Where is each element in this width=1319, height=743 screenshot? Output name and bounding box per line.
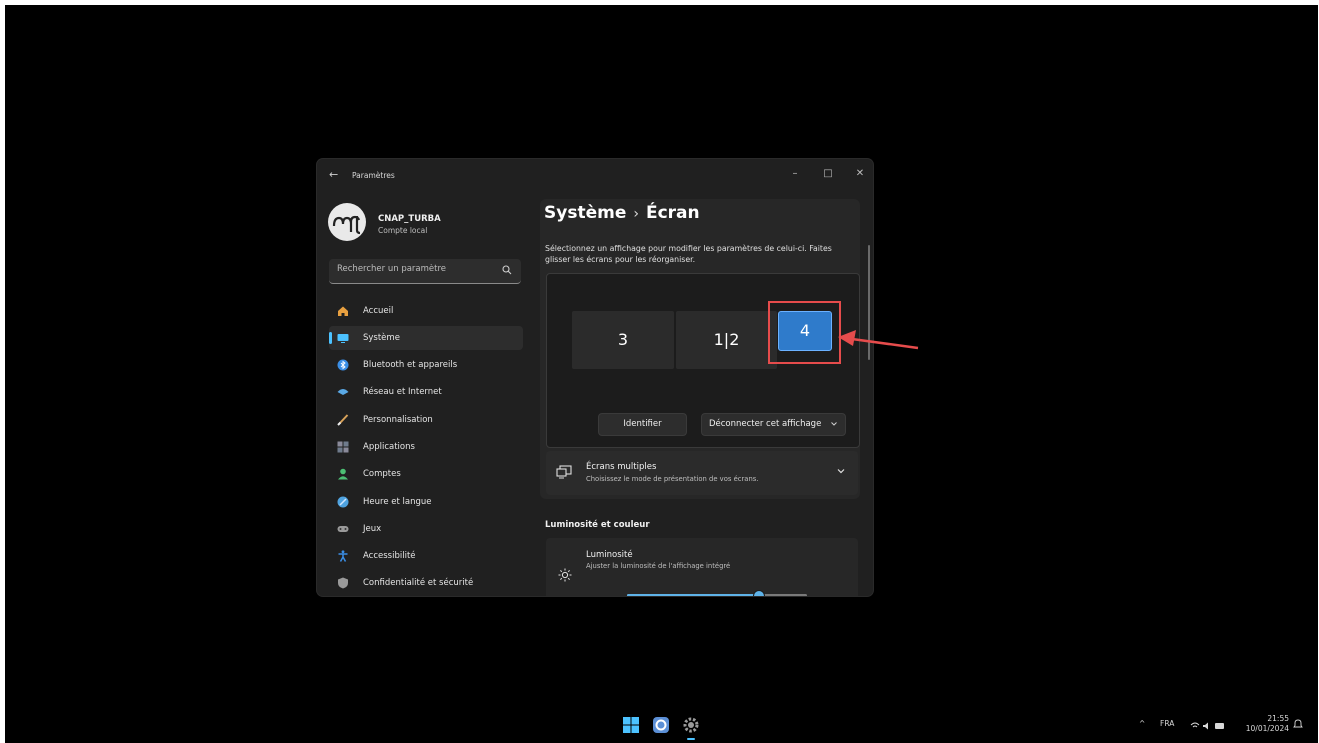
chevron-down-icon[interactable]: [836, 466, 846, 476]
active-app-indicator: [687, 738, 695, 740]
account-type: Compte local: [378, 226, 428, 235]
sidebar-item-systeme[interactable]: Système: [329, 326, 523, 350]
sidebar-item-personnalisation[interactable]: Personnalisation: [329, 408, 523, 432]
settings-gear-icon[interactable]: [681, 715, 701, 735]
multiple-displays-title: Écrans multiples: [586, 462, 657, 472]
multiple-displays-icon: [556, 465, 572, 479]
back-arrow-icon[interactable]: ←: [329, 168, 338, 181]
sidebar-item-reseau[interactable]: Réseau et Internet: [329, 380, 523, 404]
brightness-title: Luminosité: [586, 550, 633, 560]
identify-button[interactable]: Identifier: [598, 413, 687, 436]
sidebar-item-confidentialite[interactable]: Confidentialité et sécurité: [329, 571, 523, 595]
sidebar-item-label: Applications: [363, 442, 415, 452]
sidebar-item-label: Accueil: [363, 306, 394, 316]
brightness-slider[interactable]: [627, 590, 807, 596]
sidebar-item-label: Personnalisation: [363, 415, 433, 425]
accounts-icon: [338, 468, 348, 480]
brightness-card: Luminosité Ajuster la luminosité de l'af…: [546, 538, 858, 596]
title-bar: ← Paramètres – □ ✕: [317, 159, 873, 191]
profile-name: CNAP_TURBA: [378, 214, 441, 224]
page-title: Écran: [645, 203, 700, 223]
accessibility-icon: [338, 550, 348, 562]
notification-bell-icon[interactable]: [1292, 718, 1304, 730]
sidebar-item-label: Système: [363, 333, 400, 343]
chevron-up-icon[interactable]: ^: [1139, 719, 1145, 728]
sidebar-item-label: Jeux: [363, 524, 382, 534]
close-button[interactable]: ✕: [849, 166, 871, 182]
sun-icon: [558, 568, 572, 582]
active-indicator: [329, 332, 332, 344]
disconnect-display-button[interactable]: Déconnecter cet affichage: [701, 413, 846, 436]
highlight-box: [768, 301, 841, 364]
search-input[interactable]: [337, 264, 497, 274]
window-title: Paramètres: [352, 171, 395, 180]
brightness-slider-fill: [627, 594, 759, 596]
app-taskbar-icon[interactable]: [651, 715, 671, 735]
shield-icon: [338, 577, 348, 589]
search-box[interactable]: [329, 259, 521, 284]
brush-icon: [337, 414, 349, 426]
sidebar-item-jeux[interactable]: Jeux: [329, 517, 523, 541]
sidebar-item-applications[interactable]: Applications: [329, 435, 523, 459]
start-button-icon[interactable]: [621, 715, 641, 735]
network-icon: [337, 389, 349, 395]
minimize-button[interactable]: –: [784, 166, 806, 182]
multiple-displays-expander[interactable]: Écrans multiples Choisissez le mode de p…: [546, 451, 858, 495]
sidebar-item-accueil[interactable]: Accueil: [329, 299, 523, 323]
sidebar-item-accessibilite[interactable]: Accessibilité: [329, 544, 523, 568]
time-language-icon: [337, 496, 349, 508]
sidebar-item-heure-langue[interactable]: Heure et langue: [329, 490, 523, 514]
sidebar-item-label: Bluetooth et appareils: [363, 360, 458, 370]
sidebar-item-label: Comptes: [363, 469, 401, 479]
clock[interactable]: 21:55 10/01/2024: [1246, 714, 1289, 734]
brightness-subtitle: Ajuster la luminosité de l'affichage int…: [586, 562, 731, 570]
home-icon: [338, 306, 348, 316]
bluetooth-icon: [337, 359, 349, 371]
multiple-displays-subtitle: Choisissez le mode de présentation de vo…: [586, 475, 759, 483]
monitor-1-2[interactable]: 1|2: [676, 311, 777, 369]
sidebar-item-label: Accessibilité: [363, 551, 416, 561]
monitor-3[interactable]: 3: [572, 311, 674, 369]
brightness-slider-thumb[interactable]: [753, 590, 766, 596]
disconnect-label: Déconnecter cet affichage: [708, 419, 822, 429]
clock-time: 21:55: [1267, 714, 1289, 723]
search-icon[interactable]: [502, 265, 512, 275]
sidebar-item-label: Réseau et Internet: [363, 387, 442, 397]
settings-window: ← Paramètres – □ ✕ CNAP_TURBA Compte loc…: [317, 159, 873, 596]
wifi-volume-battery-icon[interactable]: [1190, 721, 1226, 731]
breadcrumb-separator: ›: [633, 206, 639, 222]
gaming-icon: [337, 526, 349, 532]
brightness-section-heading: Luminosité et couleur: [545, 520, 650, 530]
sidebar-item-label: Heure et langue: [363, 497, 432, 507]
sidebar-item-comptes[interactable]: Comptes: [329, 462, 523, 486]
breadcrumb-parent[interactable]: Système: [544, 203, 626, 223]
avatar[interactable]: [327, 202, 367, 242]
system-icon: [337, 334, 349, 343]
breadcrumb: Système › Écran: [544, 203, 700, 223]
sidebar-item-label: Confidentialité et sécurité: [363, 578, 474, 588]
maximize-button[interactable]: □: [817, 166, 839, 182]
sidebar-item-bluetooth[interactable]: Bluetooth et appareils: [329, 353, 523, 377]
language-indicator[interactable]: FRA: [1160, 719, 1174, 728]
apps-icon: [337, 441, 349, 453]
clock-date: 10/01/2024: [1245, 724, 1289, 733]
chevron-down-icon: [831, 421, 837, 426]
display-description: Sélectionnez un affichage pour modifier …: [545, 244, 832, 264]
scrollbar[interactable]: [868, 245, 870, 360]
